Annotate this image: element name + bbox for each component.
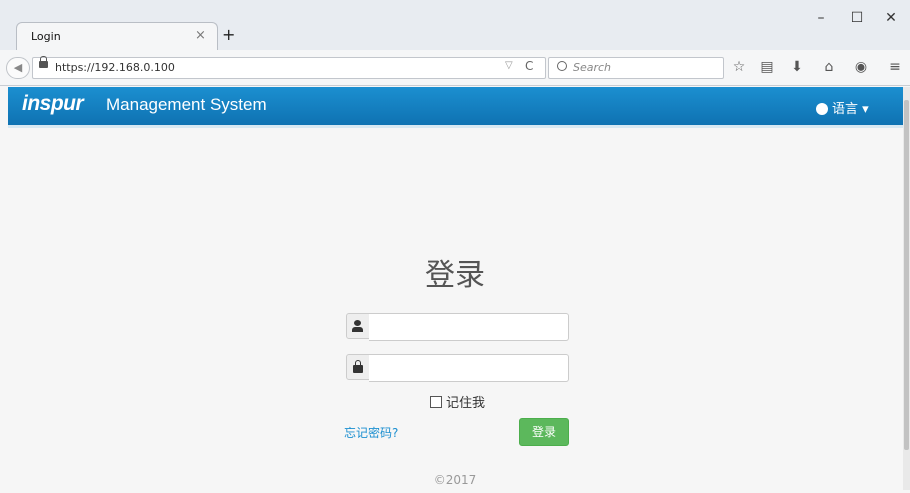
app-header: inspur Management System 语言 ▾ — [8, 87, 903, 125]
new-tab-button[interactable]: + — [222, 25, 235, 44]
search-icon — [557, 61, 567, 71]
back-arrow-icon[interactable]: ◀ — [6, 57, 30, 79]
forgot-password-link[interactable]: 忘记密码? — [344, 424, 398, 441]
lock-icon — [39, 61, 48, 68]
inspur-logo: inspur — [22, 92, 84, 115]
remember-me[interactable]: 记住我 — [430, 392, 485, 411]
system-name: Management System — [106, 95, 267, 114]
language-label: 语言 — [832, 102, 859, 117]
remember-checkbox[interactable] — [430, 396, 442, 408]
login-title: 登录 — [425, 258, 485, 293]
tab-close-icon[interactable]: × — [195, 28, 206, 43]
download-icon[interactable]: ⬇ — [786, 56, 808, 78]
menu-icon[interactable]: ≡ — [884, 56, 906, 78]
url-bar[interactable]: https://192.168.0.100 ▽ C — [32, 56, 546, 79]
page-body — [8, 125, 903, 493]
lock-icon — [346, 354, 370, 380]
password-input[interactable] — [369, 354, 569, 382]
language-menu[interactable]: 语言 ▾ — [816, 98, 869, 117]
caret-down-icon: ▾ — [862, 102, 869, 117]
reading-list-icon[interactable]: ▤ — [756, 56, 778, 78]
password-field — [346, 354, 569, 382]
reload-icon[interactable]: C — [525, 59, 533, 73]
user-icon — [346, 313, 370, 339]
copyright: ©2017 — [433, 473, 477, 487]
home-icon[interactable]: ⌂ — [818, 56, 840, 78]
chat-icon[interactable]: ◉ — [850, 56, 872, 78]
tab-title: Login — [31, 30, 61, 43]
minimize-button[interactable]: – — [806, 10, 836, 30]
login-button[interactable]: 登录 — [519, 418, 569, 446]
username-field — [346, 313, 569, 341]
url-dropdown-icon[interactable]: ▽ — [505, 60, 513, 71]
star-icon[interactable]: ☆ — [728, 56, 750, 78]
url-text: https://192.168.0.100 — [55, 61, 175, 74]
maximize-button[interactable]: ☐ — [842, 10, 872, 30]
globe-icon — [816, 103, 828, 115]
search-bar[interactable]: Search — [548, 57, 724, 79]
browser-tab[interactable]: Login × — [16, 22, 218, 51]
search-placeholder: Search — [573, 61, 612, 74]
remember-label: 记住我 — [446, 396, 486, 411]
close-window-button[interactable]: ✕ — [876, 10, 906, 30]
username-input[interactable] — [369, 313, 569, 341]
